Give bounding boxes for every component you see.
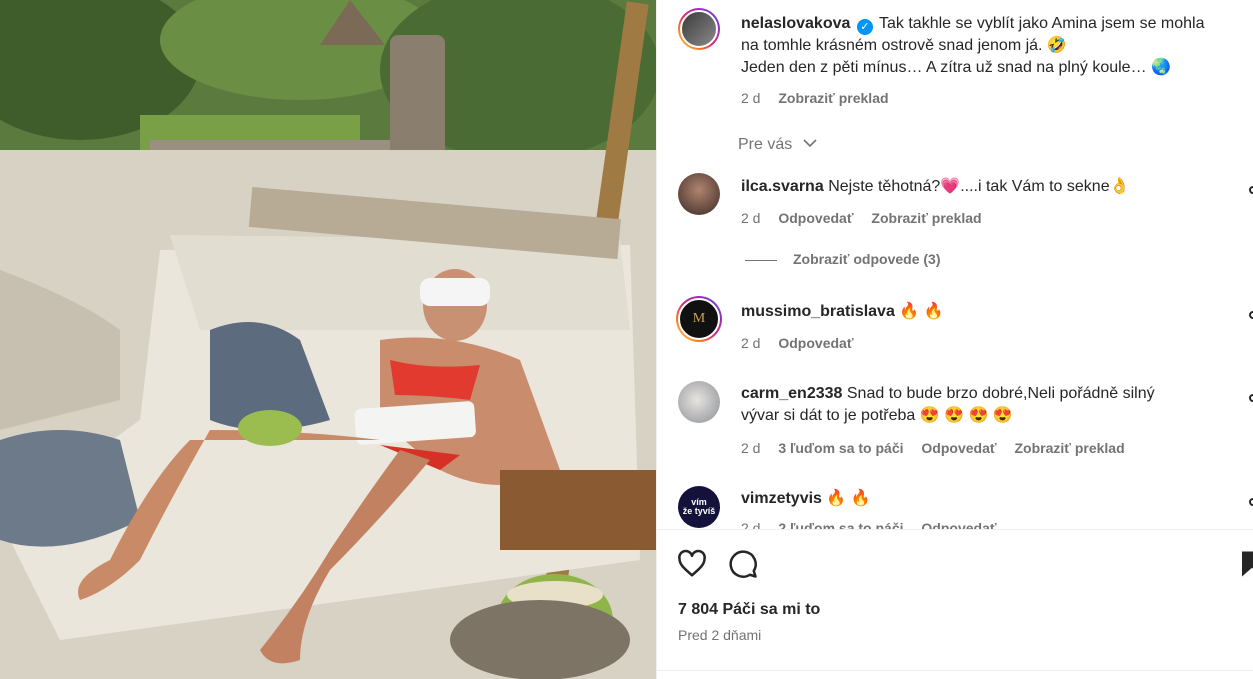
verified-badge-icon: ✓ [856, 19, 873, 35]
comments-scroll[interactable]: nelaslovakova ✓ Tak takhle se vyblít jak… [657, 0, 1253, 529]
comment-4: vimzetyvis 🔥 🔥 [741, 488, 1211, 510]
caption-line-2: na tomhle krásném ostrově snad jenom já.… [741, 37, 1067, 54]
caption-line-3: Jeden den z pěti mínus… A zítra už snad … [741, 59, 1171, 76]
comment-sort-dropdown[interactable]: Pre vás [738, 136, 817, 154]
comment-2-meta: 2 d Odpovedať [741, 335, 868, 351]
comment-text-line-1: Snad to bude brzo dobré,Neli pořádně sil… [846, 385, 1155, 402]
likes-count[interactable]: 7 804 Páči sa mi to [678, 601, 820, 619]
comment-3-meta: 2 d 3 ľuďom sa to páči Odpovedať Zobrazi… [741, 440, 1139, 456]
comment-username[interactable]: mussimo_bratislava [741, 303, 895, 320]
commenter-avatar[interactable] [678, 381, 720, 423]
reply-button[interactable]: Odpovedať [921, 440, 996, 456]
comment-text: 🔥 🔥 [899, 303, 944, 320]
comment-text-line-2: vývar si dát to je potřeba 😍 😍 😍 😍 [741, 407, 1013, 424]
caption-meta: 2 d Zobraziť preklad [741, 90, 903, 106]
view-replies-button[interactable]: Zobraziť odpovede (3) [745, 251, 941, 267]
caption-line-1: Tak takhle se vyblít jako Amina jsem se … [879, 15, 1205, 32]
post-time: Pred 2 dňami [678, 627, 762, 643]
post-photo[interactable] [0, 0, 656, 679]
comment-1: ilca.svarna Nejste těhotná?💗....i tak Vá… [741, 176, 1211, 198]
translate-button[interactable]: Zobraziť preklad [871, 210, 981, 226]
reply-button[interactable]: Odpovedať [778, 210, 853, 226]
heart-icon[interactable] [677, 549, 707, 579]
vimzetyvis-logo: vím že tyvíš [678, 486, 720, 528]
reply-button[interactable]: Odpovedať [778, 335, 853, 351]
translate-button[interactable]: Zobraziť preklad [1014, 440, 1124, 456]
comment-like-icon[interactable] [1249, 394, 1253, 402]
comment-3: carm_en2338 Snad to bude brzo dobré,Neli… [741, 383, 1211, 427]
mussimo-logo: M [678, 298, 720, 340]
commenter-avatar[interactable] [678, 173, 720, 215]
author-avatar[interactable] [678, 8, 720, 50]
comment-likes[interactable]: 3 ľuďom sa to páči [778, 440, 903, 456]
comment-age: 2 d [741, 440, 761, 456]
comment-username[interactable]: vimzetyvis [741, 490, 822, 507]
comment-like-icon[interactable] [1249, 498, 1253, 506]
caption-translate-button[interactable]: Zobraziť preklad [778, 90, 888, 106]
author-username[interactable]: nelaslovakova [741, 15, 850, 32]
chevron-down-icon [803, 139, 817, 148]
sort-label: Pre vás [738, 136, 793, 153]
comment-like-icon[interactable] [1249, 311, 1253, 319]
comment-1-meta: 2 d Odpovedať Zobraziť preklad [741, 210, 996, 226]
comment-username[interactable]: carm_en2338 [741, 385, 842, 402]
add-comment-divider [657, 670, 1253, 679]
comment-text: 🔥 🔥 [826, 490, 871, 507]
caption-age: 2 d [741, 90, 761, 106]
view-replies-label: Zobraziť odpovede (3) [793, 251, 941, 267]
commenter-avatar[interactable]: vím že tyvíš [678, 486, 720, 528]
photo-illustration [0, 0, 656, 679]
comment-likes[interactable]: 2 ľuďom sa to páči [778, 520, 903, 529]
comment-age: 2 d [741, 520, 761, 529]
comment-age: 2 d [741, 210, 761, 226]
comments-panel: nelaslovakova ✓ Tak takhle se vyblít jak… [656, 0, 1253, 679]
replies-divider [745, 259, 777, 261]
comment-age: 2 d [741, 335, 761, 351]
comment-like-icon[interactable] [1249, 186, 1253, 194]
action-bar: 7 804 Páči sa mi to Pred 2 dňami [657, 529, 1253, 679]
comment-text: Nejste těhotná?💗....i tak Vám to sekne👌 [828, 178, 1130, 195]
comment-username[interactable]: ilca.svarna [741, 178, 824, 195]
comment-icon[interactable] [728, 549, 758, 579]
comment-2: mussimo_bratislava 🔥 🔥 [741, 301, 1211, 323]
commenter-avatar[interactable]: M [676, 296, 722, 342]
reply-button[interactable]: Odpovedať [921, 520, 996, 529]
bookmark-icon[interactable] [1237, 549, 1253, 579]
post-caption: nelaslovakova ✓ Tak takhle se vyblít jak… [741, 13, 1211, 79]
comment-4-meta: 2 d 2 ľuďom sa to páči Odpovedať [741, 520, 1011, 529]
